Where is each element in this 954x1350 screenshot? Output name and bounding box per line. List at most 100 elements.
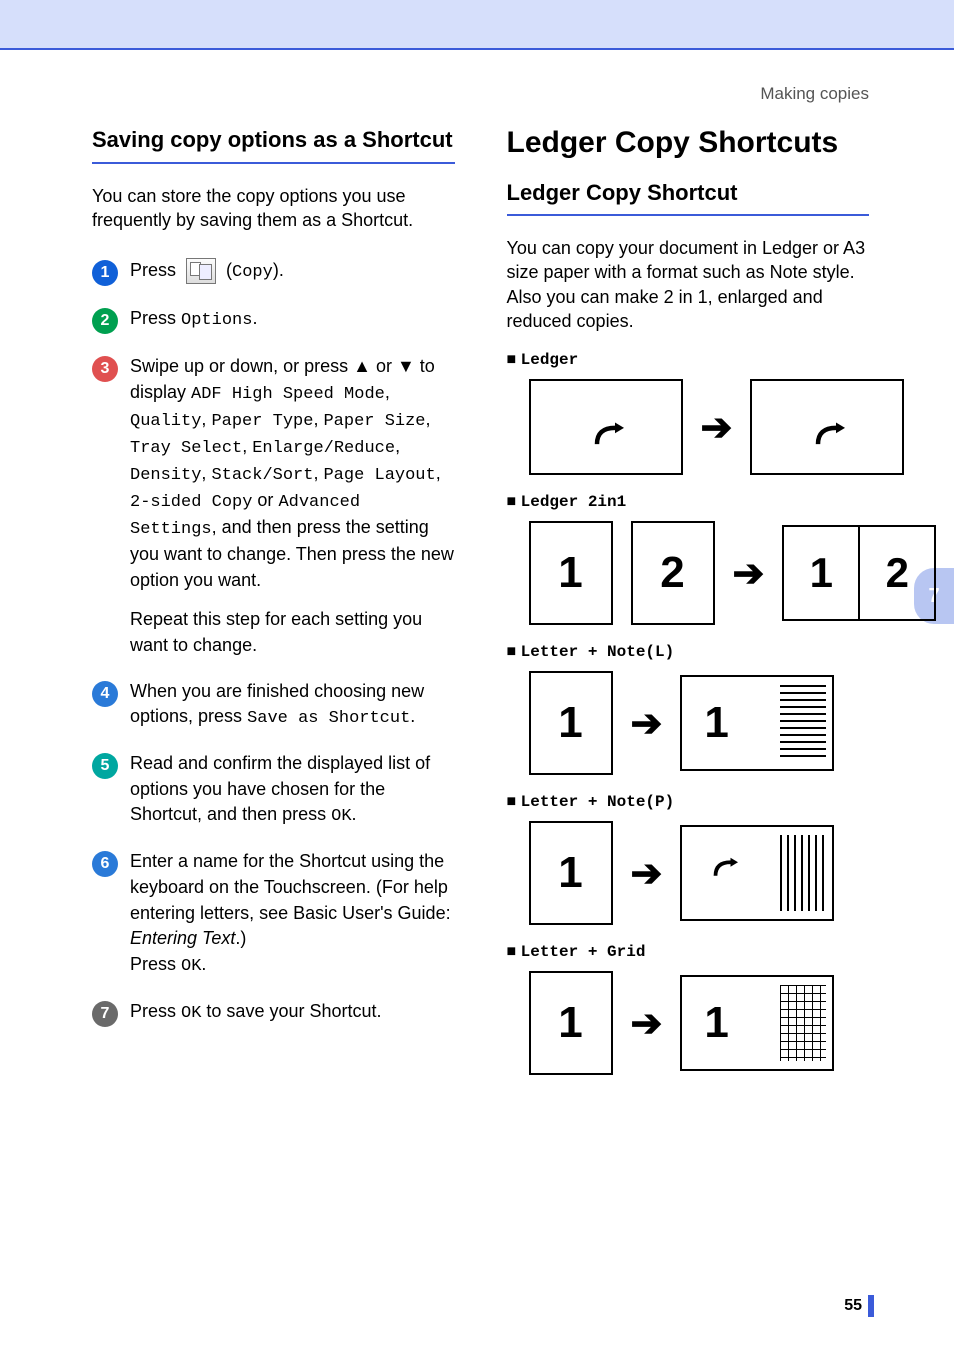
comma: , [395, 436, 400, 456]
step-bullet: 1 [92, 260, 118, 286]
step5-text: Read and confirm the displayed list of o… [130, 753, 430, 824]
page-with-lines-h: 1 [680, 675, 834, 771]
step-1: 1 Press (Copy). [92, 258, 455, 286]
section-header: Making copies [92, 84, 869, 104]
step-bullet: 6 [92, 851, 118, 877]
step-bullet: 7 [92, 1001, 118, 1027]
heading-rule [92, 162, 455, 164]
page-with-lines-v [680, 825, 834, 921]
arrow-right-icon: ➔ [701, 405, 733, 450]
step-bullet: 2 [92, 308, 118, 334]
comma: , [385, 382, 390, 402]
press: Press [130, 1001, 181, 1021]
heading-rule [507, 214, 870, 216]
curved-arrow-icon [809, 412, 845, 442]
left-column: Saving copy options as a Shortcut You ca… [92, 126, 455, 1075]
page-1: 1 [529, 671, 613, 775]
step3-repeat: Repeat this step for each setting you wa… [130, 609, 422, 655]
step-6: 6 Enter a name for the Shortcut using th… [92, 849, 455, 978]
comma: , [426, 409, 431, 429]
comma: , [436, 463, 441, 483]
label-ledger: Ledger [507, 351, 870, 369]
step-bullet: 4 [92, 681, 118, 707]
comma: , [201, 463, 211, 483]
dot: . [252, 308, 257, 328]
options-label: Options [181, 311, 252, 330]
opt-tray: Tray Select [130, 439, 242, 458]
closeparen: .) [235, 928, 246, 948]
or2: or [252, 490, 278, 510]
diagram-ledger: ➔ [507, 379, 870, 475]
step-5: 5 Read and confirm the displayed list of… [92, 751, 455, 829]
up-arrow-icon: ▲ [353, 356, 371, 376]
opt-layout: Page Layout [323, 466, 435, 485]
label-letter-note-p: Letter + Note(P) [507, 793, 870, 811]
copy-icon [186, 258, 216, 284]
step-3: 3 Swipe up or down, or press ▲ or ▼ to d… [92, 354, 455, 658]
step2-press: Press [130, 308, 181, 328]
arrow-right-icon: ➔ [631, 701, 663, 746]
left-heading: Saving copy options as a Shortcut [92, 126, 455, 154]
down-arrow-icon: ▼ [397, 356, 415, 376]
page-landscape [529, 379, 683, 475]
dot: . [201, 954, 206, 974]
opt-enlarge: Enlarge/Reduce [252, 439, 395, 458]
or: or [371, 356, 397, 376]
label-letter-grid: Letter + Grid [507, 943, 870, 961]
dot: . [352, 804, 357, 824]
copy-label: Copy [232, 263, 273, 282]
step6-text: Enter a name for the Shortcut using the … [130, 851, 451, 922]
page-2: 2 [631, 521, 715, 625]
ok-label: OK [331, 807, 351, 826]
opt-adf: ADF High Speed Mode [191, 385, 385, 404]
step-bullet: 3 [92, 356, 118, 382]
page-with-grid: 1 [680, 975, 834, 1071]
half-1: 1 [782, 525, 859, 621]
step-4: 4 When you are finished choosing new opt… [92, 679, 455, 732]
label-ledger2in1: Ledger 2in1 [507, 493, 870, 511]
diagram-ledger2in1: 1 2 ➔ 1 2 [507, 521, 870, 625]
opt-stack: Stack/Sort [211, 466, 313, 485]
diagram-letter-note-l: 1 ➔ 1 [507, 671, 870, 775]
step7-tail: to save your Shortcut. [201, 1001, 381, 1021]
arrow-right-icon: ➔ [631, 1001, 663, 1046]
diagram-letter-grid: 1 ➔ 1 [507, 971, 870, 1075]
step-bullet: 5 [92, 753, 118, 779]
opt-2sided: 2-sided Copy [130, 493, 252, 512]
comma: , [313, 463, 323, 483]
opt-paper-size: Paper Size [323, 412, 425, 431]
step-7: 7 Press OK to save your Shortcut. [92, 999, 455, 1027]
page-1: 1 [529, 821, 613, 925]
save-as-shortcut: Save as Shortcut [247, 709, 410, 728]
num-1: 1 [704, 998, 728, 1048]
ok-label: OK [181, 957, 201, 976]
comma: , [201, 409, 211, 429]
opt-paper-type: Paper Type [211, 412, 313, 431]
diagram-letter-note-p: 1 ➔ [507, 821, 870, 925]
arrow-right-icon: ➔ [631, 851, 663, 896]
opt-quality: Quality [130, 412, 201, 431]
opt-density: Density [130, 466, 201, 485]
step-2: 2 Press Options. [92, 306, 455, 334]
right-intro: You can copy your document in Ledger or … [507, 236, 870, 333]
arrow-right-icon: ➔ [733, 551, 765, 596]
step1-press: Press [130, 260, 181, 280]
entering-text: Entering Text [130, 928, 235, 948]
page-2in1: 1 2 [782, 525, 936, 621]
rotated-arrow-icon [708, 848, 738, 898]
right-h2: Ledger Copy Shortcut [507, 180, 870, 206]
comma: , [242, 436, 252, 456]
dot: . [410, 706, 415, 726]
right-column: Ledger Copy Shortcuts Ledger Copy Shortc… [507, 126, 870, 1075]
press: Press [130, 954, 181, 974]
num-1: 1 [704, 698, 728, 748]
top-accent-band [0, 0, 954, 50]
intro-text: You can store the copy options you use f… [92, 184, 455, 233]
page-1: 1 [529, 521, 613, 625]
ok-label: OK [181, 1004, 201, 1023]
right-h1: Ledger Copy Shortcuts [507, 126, 870, 160]
curved-arrow-icon [588, 412, 624, 442]
page-landscape [750, 379, 904, 475]
page-1: 1 [529, 971, 613, 1075]
page-number-bar [868, 1295, 874, 1317]
